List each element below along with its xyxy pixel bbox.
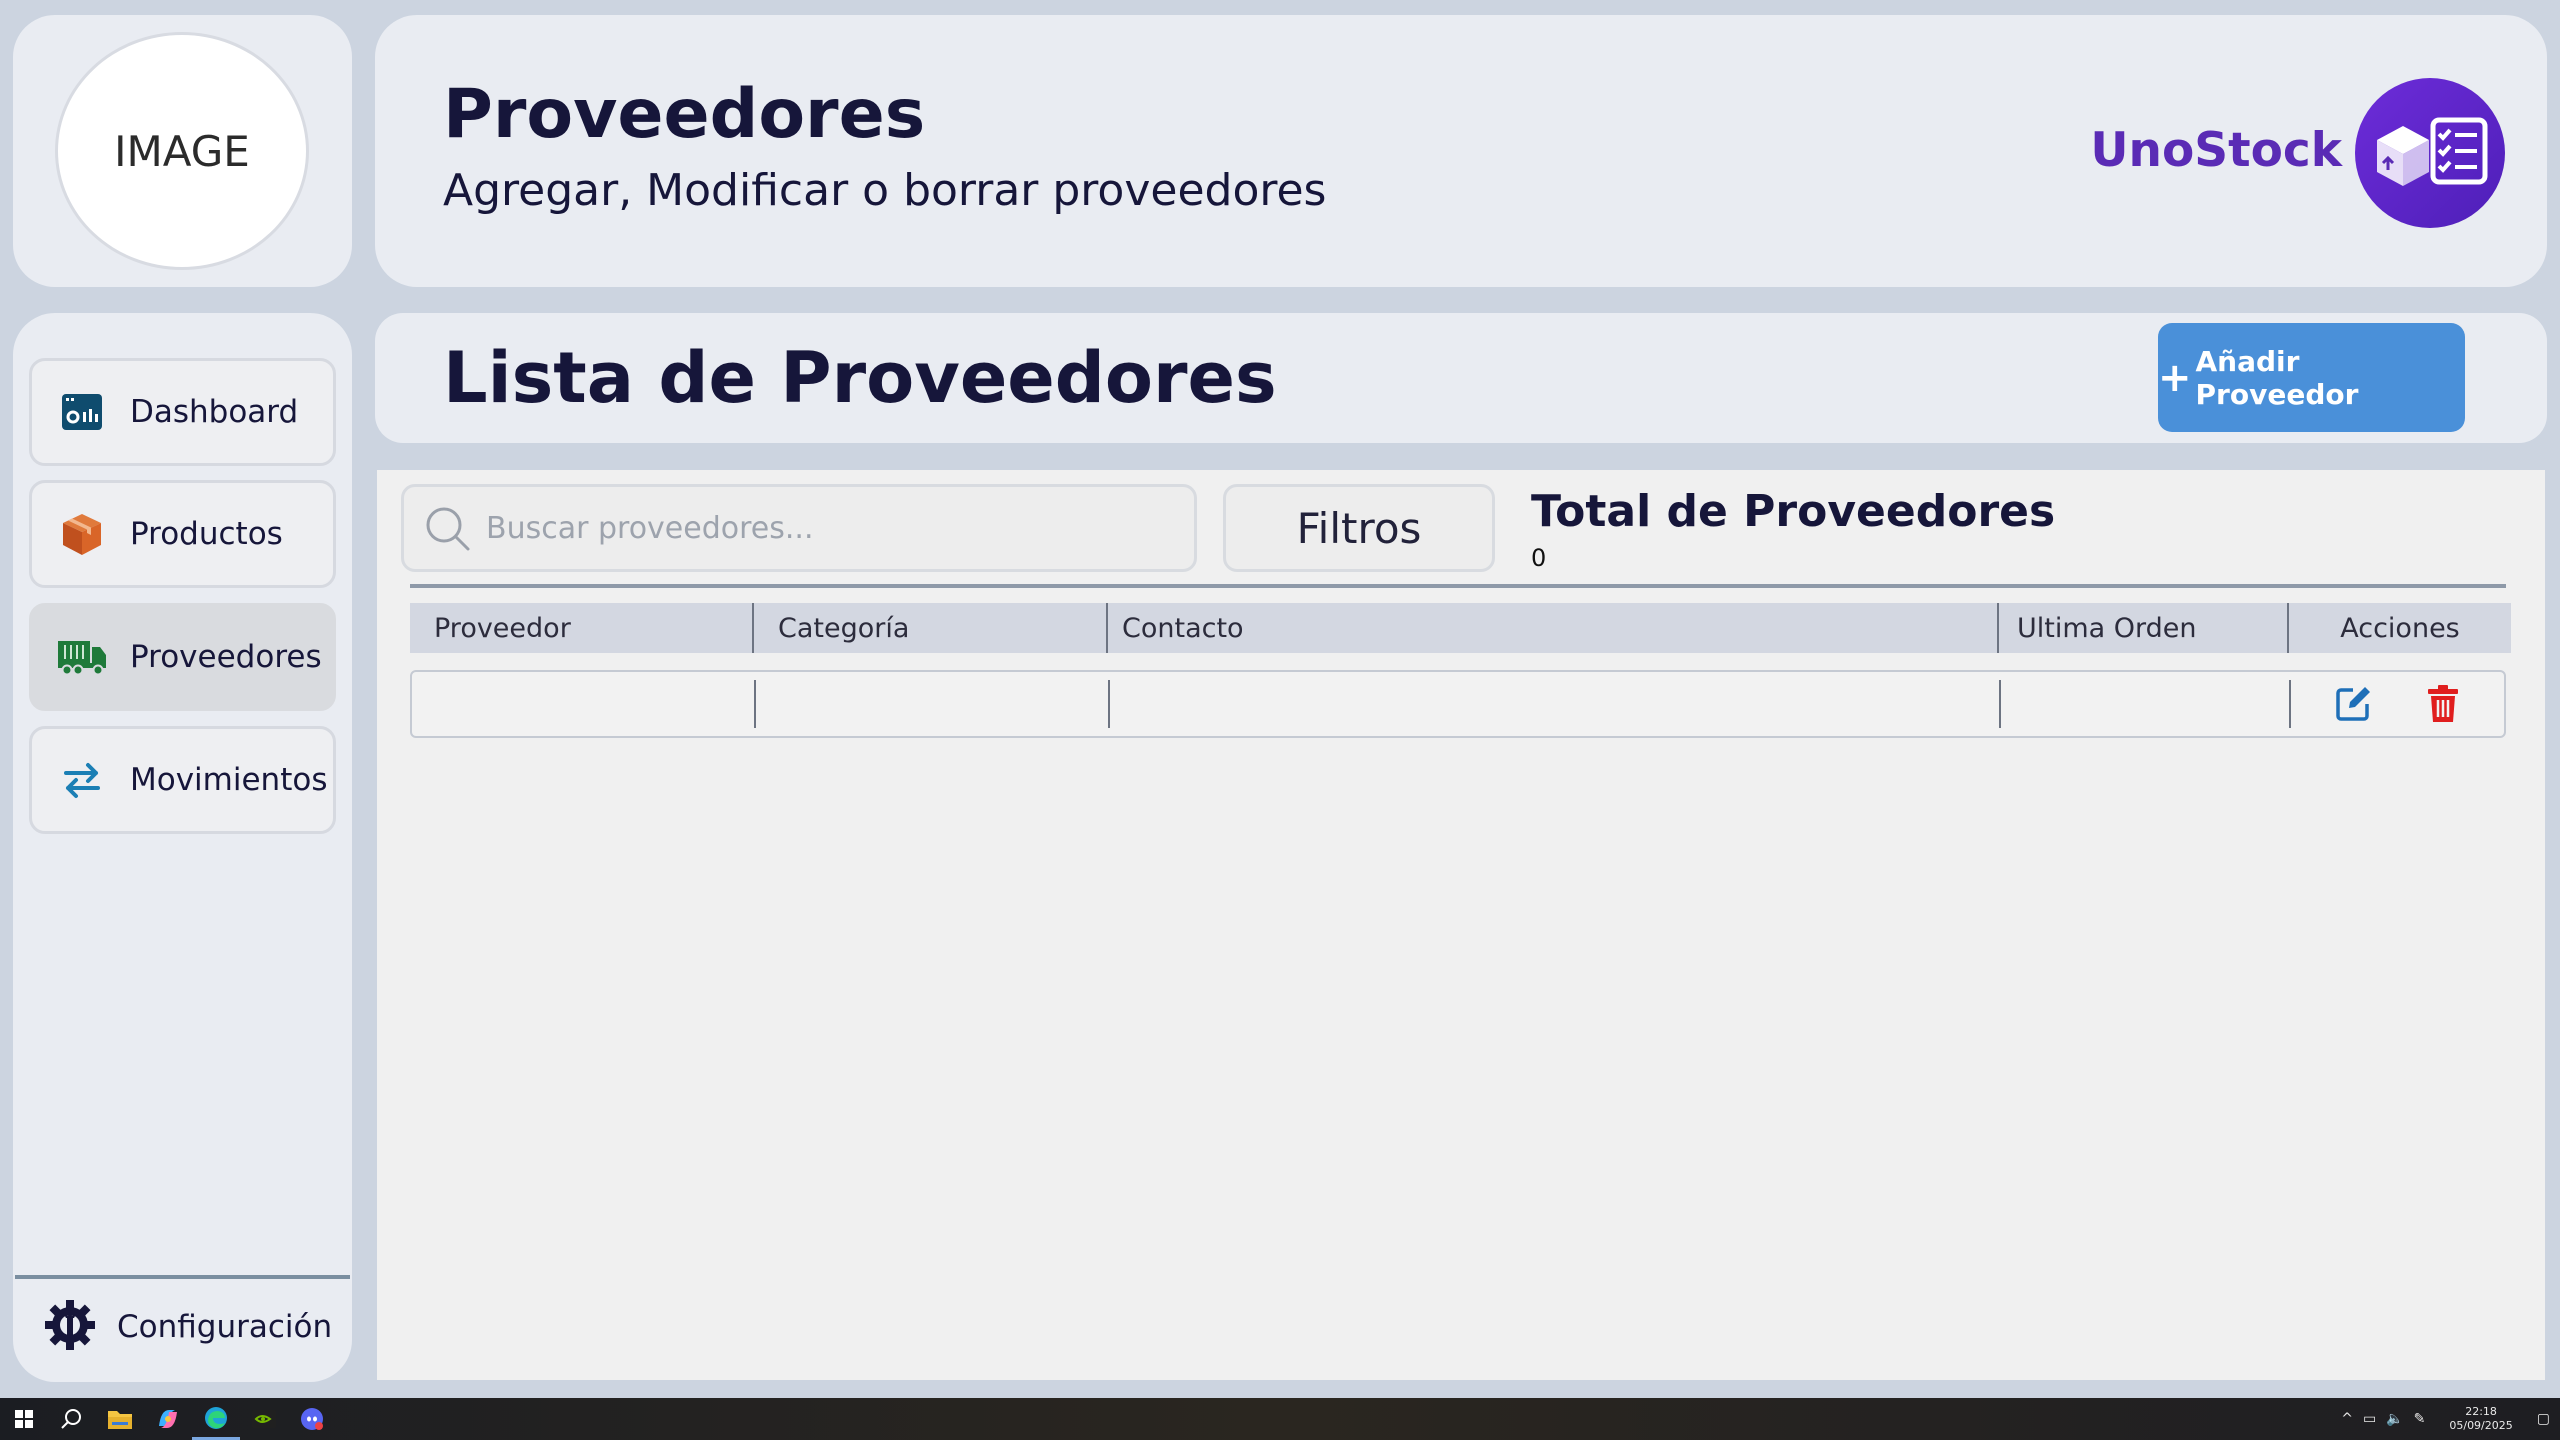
- profile-panel: IMAGE: [13, 15, 352, 287]
- sidebar-item-label: Configuración: [117, 1309, 333, 1345]
- total-suppliers-value: 0: [1531, 544, 1547, 572]
- cell-proveedor: [412, 680, 756, 728]
- add-supplier-button[interactable]: + Añadir Proveedor: [2158, 323, 2465, 432]
- gear-wrench-icon: [43, 1298, 97, 1356]
- volume-icon[interactable]: 🔈: [2386, 1411, 2403, 1427]
- notifications-icon[interactable]: ▢: [2537, 1411, 2550, 1427]
- filters-button[interactable]: Filtros: [1223, 484, 1495, 572]
- sidebar-item-label: Proveedores: [130, 639, 322, 675]
- column-header-acciones: Acciones: [2340, 612, 2460, 644]
- sidebar-item-dashboard[interactable]: Dashboard: [29, 358, 336, 466]
- sidebar-item-proveedores[interactable]: Proveedores: [29, 603, 336, 711]
- trash-icon[interactable]: [2422, 683, 2464, 725]
- list-header: Lista de Proveedores + Añadir Proveedor: [375, 313, 2547, 443]
- search-icon: [422, 503, 472, 553]
- sidebar-item-productos[interactable]: Productos: [29, 480, 336, 588]
- page-header: Proveedores Agregar, Modificar o borrar …: [375, 15, 2547, 287]
- windows-start-icon[interactable]: [0, 1398, 48, 1440]
- taskbar: ^ ▭ 🔈 ✎ 22:18 05/09/2025 ▢: [0, 1398, 2560, 1440]
- table-row[interactable]: [410, 670, 2506, 738]
- network-icon[interactable]: ▭: [2363, 1411, 2376, 1427]
- clock[interactable]: 22:18 05/09/2025: [2449, 1405, 2512, 1433]
- supplier-list-panel: Filtros Total de Proveedores 0 Proveedor…: [377, 470, 2545, 1380]
- brand-name: UnoStock: [2090, 123, 2342, 178]
- pen-icon[interactable]: ✎: [2414, 1411, 2426, 1427]
- sidebar-item-label: Movimientos: [130, 762, 328, 798]
- truck-icon: [52, 627, 112, 687]
- total-suppliers-label: Total de Proveedores: [1531, 486, 2056, 537]
- table-header: Proveedor Categoría Contacto Ultima Orde…: [410, 603, 2511, 653]
- search-input[interactable]: [486, 510, 1166, 546]
- discord-icon[interactable]: [288, 1398, 336, 1440]
- chevron-up-icon[interactable]: ^: [2341, 1411, 2353, 1427]
- cell-contacto: [1110, 680, 2001, 728]
- sidebar-item-movimientos[interactable]: Movimientos: [29, 726, 336, 834]
- divider: [410, 584, 2506, 588]
- clock-date: 05/09/2025: [2449, 1419, 2513, 1432]
- plus-icon: +: [2158, 354, 2192, 401]
- edit-icon[interactable]: [2332, 683, 2374, 725]
- sidebar: Dashboard Productos Proveedores Movimien…: [13, 313, 352, 1382]
- search-box[interactable]: [401, 484, 1197, 572]
- column-header-contacto[interactable]: Contacto: [1108, 603, 1999, 653]
- avatar-placeholder-label: IMAGE: [114, 126, 250, 176]
- column-header-categoria[interactable]: Categoría: [754, 603, 1108, 653]
- nvidia-icon[interactable]: [240, 1398, 288, 1440]
- dashboard-icon: [52, 382, 112, 442]
- clock-time: 22:18: [2465, 1405, 2497, 1418]
- edge-browser-icon[interactable]: [192, 1398, 240, 1440]
- page-title: Proveedores: [443, 75, 926, 154]
- column-header-proveedor[interactable]: Proveedor: [410, 603, 754, 653]
- sidebar-item-label: Dashboard: [130, 394, 299, 430]
- avatar[interactable]: IMAGE: [55, 32, 309, 270]
- brand-logo-icon: [2355, 78, 2505, 228]
- sidebar-item-configuracion[interactable]: Configuración: [43, 1298, 332, 1356]
- file-explorer-icon[interactable]: [96, 1398, 144, 1440]
- search-icon[interactable]: [48, 1398, 96, 1440]
- cell-acciones: [2291, 680, 2504, 728]
- list-title: Lista de Proveedores: [443, 337, 1277, 419]
- copilot-icon[interactable]: [144, 1398, 192, 1440]
- column-header-ultima-orden[interactable]: Ultima Orden: [1999, 603, 2289, 653]
- add-supplier-label: Añadir Proveedor: [2195, 344, 2359, 411]
- cell-categoria: [756, 680, 1110, 728]
- page-subtitle: Agregar, Modificar o borrar proveedores: [443, 165, 1327, 216]
- cell-ultima-orden: [2001, 680, 2291, 728]
- sidebar-item-label: Productos: [130, 516, 283, 552]
- system-tray: ^ ▭ 🔈 ✎ 22:18 05/09/2025 ▢: [2341, 1398, 2560, 1440]
- swap-arrows-icon: [52, 750, 112, 810]
- sidebar-divider: [15, 1275, 350, 1279]
- box-icon: [52, 504, 112, 564]
